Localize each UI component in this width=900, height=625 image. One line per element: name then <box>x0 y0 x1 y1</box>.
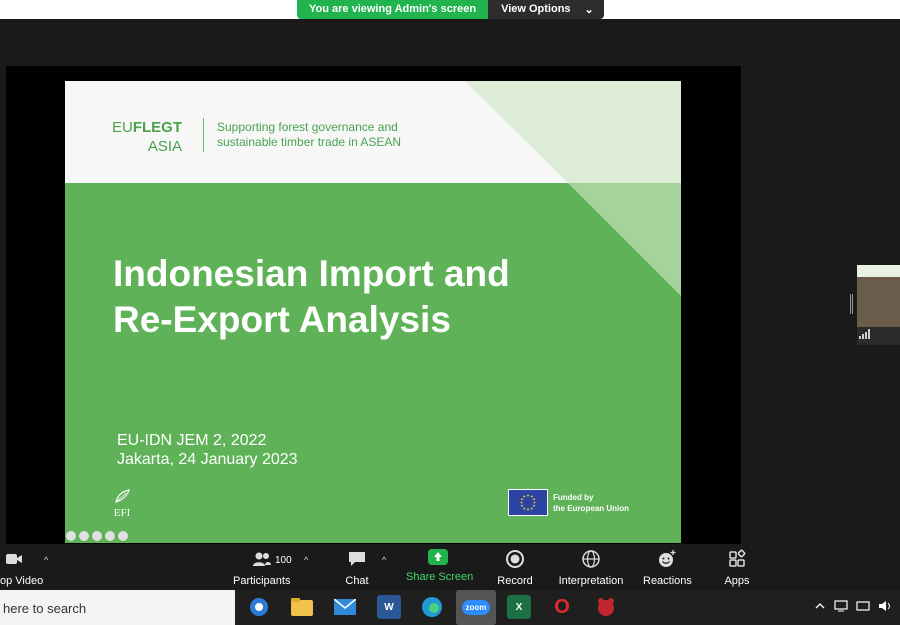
globe-icon <box>582 550 600 568</box>
view-options-label: View Options <box>501 3 571 15</box>
funded-line2: the European Union <box>553 503 629 513</box>
sharing-banner: You are viewing Admin's screen View Opti… <box>297 0 604 19</box>
slide-title: Indonesian Import and Re-Export Analysis <box>113 251 510 343</box>
pen-icon[interactable] <box>79 531 89 541</box>
interpretation-button[interactable]: Interpretation <box>556 549 626 587</box>
smiley-plus-icon <box>659 550 676 567</box>
video-camera-icon <box>6 554 22 564</box>
header-shape <box>465 81 681 183</box>
subtitle-icon[interactable] <box>92 531 102 541</box>
speaker-icon[interactable] <box>878 600 892 612</box>
logo-eu: EU <box>112 119 133 136</box>
eu-funding-badge: Funded by the European Union <box>508 489 629 516</box>
reactions-button[interactable]: Reactions <box>643 549 692 587</box>
chat-button[interactable]: Chat <box>345 549 369 587</box>
slide-control-bar <box>66 531 128 541</box>
chevron-down-icon: ⌄ <box>584 4 594 16</box>
monitor-icon[interactable] <box>834 600 848 612</box>
app-64-icon[interactable] <box>594 595 618 619</box>
apps-label: Apps <box>724 575 750 587</box>
stop-video-button[interactable]: op Video <box>0 549 44 587</box>
mail-icon[interactable] <box>333 595 357 619</box>
opera-icon[interactable]: O <box>550 595 574 619</box>
efi-label: EFI <box>113 507 131 519</box>
participants-caret[interactable]: ^ <box>304 555 308 565</box>
view-options-button[interactable]: View Options ⌄ <box>488 0 604 19</box>
file-explorer-icon[interactable] <box>290 595 314 619</box>
outlook-icon[interactable] <box>247 595 271 619</box>
eu-flag-icon <box>508 489 548 516</box>
edge-icon[interactable] <box>420 595 444 619</box>
thumbnail-drag-handle[interactable] <box>850 294 853 314</box>
participants-label: Participants <box>233 575 291 587</box>
chat-icon <box>349 552 365 566</box>
chat-label: Chat <box>345 575 369 587</box>
stop-video-label: op Video <box>0 575 44 587</box>
more-icon[interactable] <box>105 531 115 541</box>
participants-icon <box>252 552 271 566</box>
tagline-line2: sustainable timber trade in ASEAN <box>217 135 402 149</box>
interpretation-label: Interpretation <box>558 575 624 587</box>
next-icon[interactable] <box>118 531 128 541</box>
share-arrow-icon <box>428 549 448 565</box>
zoom-icon: zoom <box>461 600 491 615</box>
record-label: Record <box>497 575 533 587</box>
windows-taskbar: here to search W zoom X O <box>0 590 900 625</box>
thumbnail-video <box>857 277 900 327</box>
viewing-label: You are viewing Admin's screen <box>297 0 489 19</box>
efi-logo: EFI <box>111 488 133 519</box>
reactions-label: Reactions <box>643 575 692 587</box>
excel-icon[interactable]: X <box>507 595 531 619</box>
system-tray <box>814 600 892 612</box>
tagline-line1: Supporting forest governance and <box>217 120 398 134</box>
taskbar-search[interactable]: here to search <box>0 590 235 625</box>
word-icon[interactable]: W <box>377 595 401 619</box>
signal-icon <box>859 329 870 339</box>
thumbnail-footer <box>857 327 900 345</box>
previous-icon[interactable] <box>66 531 76 541</box>
record-icon <box>506 550 524 568</box>
participant-count: 100 <box>275 555 292 566</box>
apps-icon <box>729 549 746 567</box>
logo-flegt: FLEGT <box>132 119 183 136</box>
share-screen-button[interactable]: Share Screen <box>406 549 474 583</box>
record-button[interactable]: Record <box>497 549 533 587</box>
title-line2: Re-Export Analysis <box>113 299 451 340</box>
body-shape <box>568 183 681 296</box>
leaf-icon <box>115 489 130 503</box>
funded-text: Funded by the European Union <box>553 492 629 514</box>
chevron-up-icon[interactable] <box>814 600 826 612</box>
funded-line1: Funded by <box>553 492 594 502</box>
subtitle-line2: Jakarta, 24 January 2023 <box>117 451 298 468</box>
thumbnail-header <box>857 265 900 277</box>
euflegt-logo: EUFLEGT ASIA <box>112 118 182 156</box>
logo-asia: ASIA <box>147 138 183 155</box>
chat-caret[interactable]: ^ <box>382 555 386 565</box>
title-line1: Indonesian Import and <box>113 253 510 294</box>
presentation-slide: EUFLEGT ASIA Supporting forest governanc… <box>65 81 681 543</box>
subtitle-line1: EU-IDN JEM 2, 2022 <box>117 432 267 449</box>
participant-video-thumbnail[interactable] <box>857 265 900 345</box>
slide-tagline: Supporting forest governance and sustain… <box>217 120 401 150</box>
slide-subtitle: EU-IDN JEM 2, 2022 Jakarta, 24 January 2… <box>117 431 298 469</box>
logo-divider <box>203 118 204 152</box>
zoom-taskbar-button[interactable]: zoom <box>456 590 496 625</box>
network-icon[interactable] <box>856 600 870 612</box>
video-options-caret[interactable]: ^ <box>44 555 48 565</box>
share-screen-label: Share Screen <box>406 571 474 583</box>
meeting-toolbar: op Video ^ Participants 100 ^ Chat ^ Sha… <box>0 545 900 590</box>
apps-button[interactable]: Apps <box>724 549 750 587</box>
